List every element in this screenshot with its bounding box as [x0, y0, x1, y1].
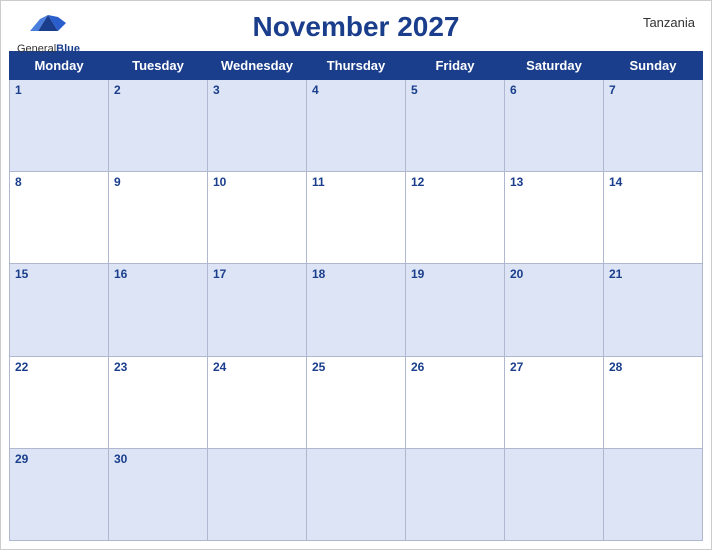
- col-sunday: Sunday: [604, 52, 703, 80]
- calendar-day-cell: 3: [208, 80, 307, 172]
- calendar-body: 1234567891011121314151617181920212223242…: [10, 80, 703, 541]
- calendar-day-cell: 10: [208, 172, 307, 264]
- calendar-day-cell: [208, 448, 307, 540]
- day-number: 11: [312, 175, 400, 189]
- calendar-day-cell: 20: [505, 264, 604, 356]
- calendar-day-cell: 22: [10, 356, 109, 448]
- calendar-day-cell: 5: [406, 80, 505, 172]
- logo-general: General: [17, 43, 56, 55]
- day-number: 18: [312, 267, 400, 281]
- country-label: Tanzania: [643, 15, 695, 30]
- calendar-day-cell: 17: [208, 264, 307, 356]
- day-number: 13: [510, 175, 598, 189]
- calendar-week-row: 22 23 24 25 26 27 28: [10, 356, 703, 448]
- calendar-day-cell: 24: [208, 356, 307, 448]
- calendar-header: GeneralBlue November 2027 Tanzania: [1, 1, 711, 47]
- calendar-day-cell: 14: [604, 172, 703, 264]
- day-number: 8: [15, 175, 103, 189]
- calendar-day-cell: 16: [109, 264, 208, 356]
- calendar-day-cell: 19: [406, 264, 505, 356]
- calendar-day-cell: [307, 448, 406, 540]
- logo-blue: Blue: [56, 43, 80, 55]
- calendar-day-cell: 1: [10, 80, 109, 172]
- day-number: 2: [114, 83, 202, 97]
- day-number: 30: [114, 452, 202, 466]
- calendar-day-cell: 21: [604, 264, 703, 356]
- calendar-day-cell: 29: [10, 448, 109, 540]
- calendar-day-cell: 28: [604, 356, 703, 448]
- day-number: 15: [15, 267, 103, 281]
- day-number: 7: [609, 83, 697, 97]
- day-number: 10: [213, 175, 301, 189]
- calendar-table: Monday Tuesday Wednesday Thursday Friday…: [9, 51, 703, 541]
- calendar-day-cell: 26: [406, 356, 505, 448]
- calendar-day-cell: 6: [505, 80, 604, 172]
- calendar-week-row: 15 16 17 18 19 20 21: [10, 264, 703, 356]
- month-title: November 2027: [17, 11, 695, 43]
- day-number: 21: [609, 267, 697, 281]
- day-number: 1: [15, 83, 103, 97]
- calendar-day-cell: 4: [307, 80, 406, 172]
- day-number: 27: [510, 360, 598, 374]
- calendar-week-row: 29 30: [10, 448, 703, 540]
- calendar-day-cell: 7: [604, 80, 703, 172]
- col-friday: Friday: [406, 52, 505, 80]
- calendar-day-cell: [505, 448, 604, 540]
- weekday-header-row: Monday Tuesday Wednesday Thursday Friday…: [10, 52, 703, 80]
- day-number: 16: [114, 267, 202, 281]
- col-thursday: Thursday: [307, 52, 406, 80]
- logo-area: GeneralBlue: [17, 9, 80, 57]
- day-number: 9: [114, 175, 202, 189]
- day-number: 4: [312, 83, 400, 97]
- day-number: 20: [510, 267, 598, 281]
- day-number: 25: [312, 360, 400, 374]
- calendar-day-cell: 11: [307, 172, 406, 264]
- day-number: 12: [411, 175, 499, 189]
- day-number: 24: [213, 360, 301, 374]
- calendar-day-cell: [604, 448, 703, 540]
- calendar-day-cell: 9: [109, 172, 208, 264]
- logo-text: GeneralBlue: [17, 39, 80, 57]
- calendar-page: GeneralBlue November 2027 Tanzania Monda…: [0, 0, 712, 550]
- calendar-day-cell: 23: [109, 356, 208, 448]
- calendar-day-cell: 8: [10, 172, 109, 264]
- calendar-day-cell: [406, 448, 505, 540]
- day-number: 28: [609, 360, 697, 374]
- calendar-day-cell: 2: [109, 80, 208, 172]
- generalblue-logo-icon: [30, 9, 66, 37]
- day-number: 14: [609, 175, 697, 189]
- calendar-day-cell: 12: [406, 172, 505, 264]
- day-number: 23: [114, 360, 202, 374]
- calendar-day-cell: 30: [109, 448, 208, 540]
- calendar-wrapper: Monday Tuesday Wednesday Thursday Friday…: [1, 47, 711, 549]
- calendar-day-cell: 27: [505, 356, 604, 448]
- calendar-day-cell: 15: [10, 264, 109, 356]
- calendar-day-cell: 25: [307, 356, 406, 448]
- day-number: 3: [213, 83, 301, 97]
- day-number: 29: [15, 452, 103, 466]
- col-saturday: Saturday: [505, 52, 604, 80]
- day-number: 26: [411, 360, 499, 374]
- day-number: 17: [213, 267, 301, 281]
- col-wednesday: Wednesday: [208, 52, 307, 80]
- day-number: 19: [411, 267, 499, 281]
- day-number: 5: [411, 83, 499, 97]
- day-number: 6: [510, 83, 598, 97]
- col-tuesday: Tuesday: [109, 52, 208, 80]
- calendar-week-row: 1234567: [10, 80, 703, 172]
- calendar-week-row: 89 10 11 12 13 14: [10, 172, 703, 264]
- calendar-day-cell: 18: [307, 264, 406, 356]
- calendar-day-cell: 13: [505, 172, 604, 264]
- day-number: 22: [15, 360, 103, 374]
